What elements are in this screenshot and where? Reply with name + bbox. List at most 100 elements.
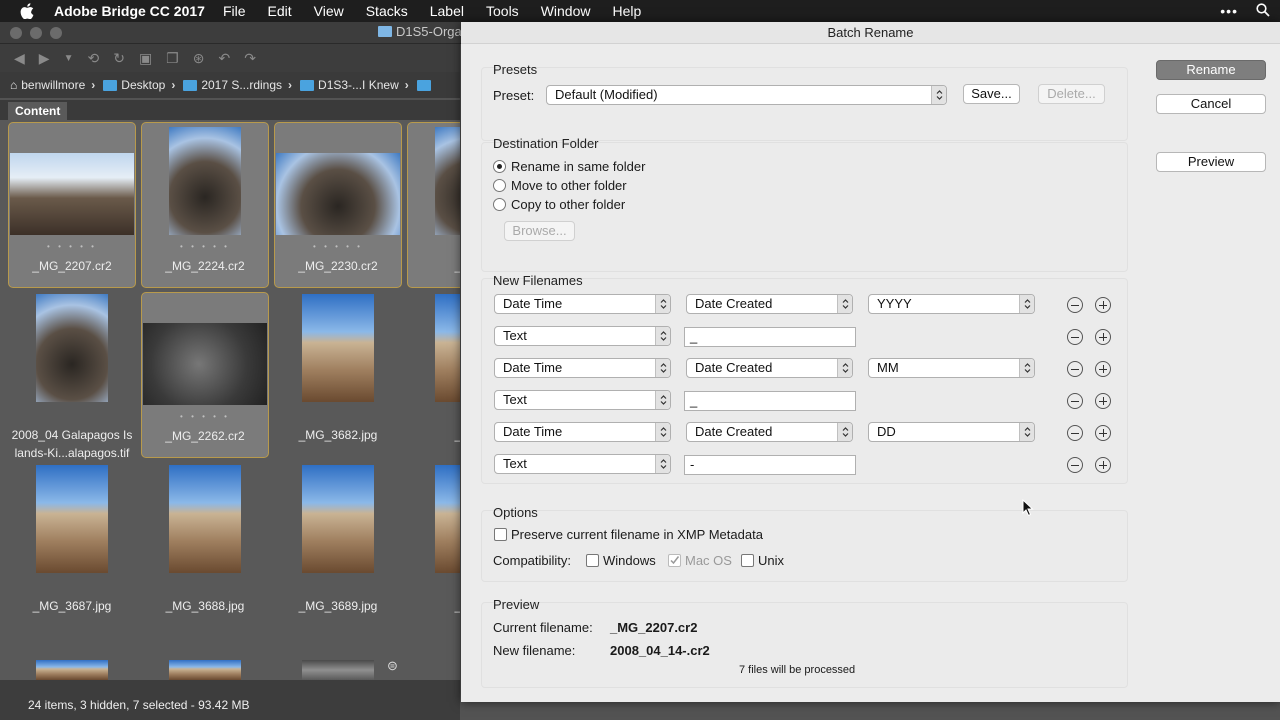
thumbnail-cell[interactable]: 2008_04 Galapagos Is lands-Ki...alapagos.… <box>8 292 136 460</box>
thumbnail-cell[interactable]: _MG_ <box>407 463 460 629</box>
preserve-filename-checkbox[interactable] <box>494 528 507 541</box>
save-preset-button[interactable]: Save... <box>963 84 1020 104</box>
more-icon[interactable]: ••• <box>1220 3 1238 19</box>
copy-other-folder-radio[interactable] <box>493 198 506 211</box>
breadcrumb-desktop[interactable]: Desktop <box>103 78 165 92</box>
menu-window[interactable]: Window <box>541 3 591 19</box>
remove-row-icon[interactable] <box>1067 297 1083 313</box>
text-input[interactable]: _ <box>684 391 856 411</box>
rating-dots[interactable]: • • • • • <box>142 412 268 421</box>
thumbnail-cell[interactable]: • • • • • _MG_2230.cr2 <box>274 122 402 288</box>
camera-icon[interactable]: ▣ <box>139 50 152 67</box>
date-field-select[interactable]: Date Created <box>686 358 853 378</box>
rename-same-folder-radio[interactable] <box>493 160 506 173</box>
thumbnail-image <box>143 323 267 405</box>
forward-arrow-icon[interactable]: ▶ <box>39 50 50 67</box>
thumbnail-image <box>36 660 108 680</box>
app-name[interactable]: Adobe Bridge CC 2017 <box>54 3 205 19</box>
preview-button[interactable]: Preview <box>1156 152 1266 172</box>
copy-icon[interactable]: ❐ <box>166 50 179 67</box>
menu-label[interactable]: Label <box>430 3 464 19</box>
rename-button[interactable]: Rename <box>1156 60 1266 80</box>
thumbnail-image <box>36 294 108 402</box>
date-field-select[interactable]: Date Created <box>686 294 853 314</box>
apple-icon[interactable] <box>18 2 36 20</box>
thumbnail-cell[interactable]: _MG_ <box>407 292 460 458</box>
breadcrumb-d1s3[interactable]: D1S3-...I Knew <box>300 78 399 92</box>
menu-file[interactable]: File <box>223 3 246 19</box>
thumbnail-cell[interactable]: _MG_3687.jpg <box>8 463 136 629</box>
remove-row-icon[interactable] <box>1067 425 1083 441</box>
chevron-down-icon[interactable]: ▼ <box>64 53 74 64</box>
rotate-right-icon[interactable]: ↷ <box>244 50 256 67</box>
filename-type-select[interactable]: Text <box>494 326 671 346</box>
filename-type-select[interactable]: Text <box>494 390 671 410</box>
filename-type-select[interactable]: Date Time <box>494 358 671 378</box>
thumbnail-cell[interactable]: _MG_3689.jpg <box>274 463 402 629</box>
rating-dots[interactable]: • • • • • <box>275 242 401 251</box>
add-row-icon[interactable] <box>1095 457 1111 473</box>
date-format-select[interactable]: MM <box>868 358 1035 378</box>
thumbnail-cell[interactable] <box>274 634 402 680</box>
windows-checkbox[interactable] <box>586 554 599 567</box>
menu-help[interactable]: Help <box>612 3 641 19</box>
unix-checkbox[interactable] <box>741 554 754 567</box>
macos-checkbox[interactable] <box>668 554 681 567</box>
add-row-icon[interactable] <box>1095 393 1111 409</box>
thumbnail-cell[interactable] <box>8 634 136 680</box>
delete-preset-button[interactable]: Delete... <box>1038 84 1105 104</box>
breadcrumb-next[interactable] <box>416 79 431 91</box>
menu-stacks[interactable]: Stacks <box>366 3 408 19</box>
rating-dots[interactable]: • • • • • <box>142 242 268 251</box>
stepper-arrows-icon <box>655 455 670 473</box>
remove-row-icon[interactable] <box>1067 329 1083 345</box>
menu-view[interactable]: View <box>314 3 344 19</box>
remove-row-icon[interactable] <box>1067 457 1083 473</box>
date-field-select[interactable]: Date Created <box>686 422 853 442</box>
filename-type-select[interactable]: Date Time <box>494 294 671 314</box>
thumbnail-cell[interactable]: _MG_3688.jpg <box>141 463 269 629</box>
text-input[interactable]: - <box>684 455 856 475</box>
menu-tools[interactable]: Tools <box>486 3 519 19</box>
browse-button[interactable]: Browse... <box>504 221 575 241</box>
thumbnail-cell[interactable] <box>141 634 269 680</box>
breadcrumb-recordings[interactable]: 2017 S...rdings <box>183 78 282 92</box>
filename-type-select[interactable]: Text <box>494 454 671 474</box>
refine-icon[interactable]: ⊛ <box>193 50 205 67</box>
thumbnail-cell[interactable]: • • • • • _MG_2207.cr2 <box>8 122 136 288</box>
boomerang-icon[interactable]: ⟲ <box>87 50 99 67</box>
menu-bar: Adobe Bridge CC 2017 File Edit View Stac… <box>0 0 1280 22</box>
back-arrow-icon[interactable]: ◀ <box>14 50 25 67</box>
spotlight-search-icon[interactable] <box>1256 2 1270 20</box>
menu-edit[interactable]: Edit <box>268 3 292 19</box>
cancel-button[interactable]: Cancel <box>1156 94 1266 114</box>
thumbnail-cell[interactable]: • • • • • _MG_2262.cr2 <box>141 292 269 458</box>
stepper-arrows-icon <box>1019 359 1034 377</box>
rating-dots[interactable]: • • • • • <box>9 242 135 251</box>
date-format-select[interactable]: DD <box>868 422 1035 442</box>
add-row-icon[interactable] <box>1095 425 1111 441</box>
add-row-icon[interactable] <box>1095 297 1111 313</box>
stepper-arrows-icon <box>837 423 852 441</box>
preset-select[interactable]: Default (Modified) <box>546 85 947 105</box>
folder-icon <box>183 79 198 91</box>
date-format-select[interactable]: YYYY <box>868 294 1035 314</box>
text-input[interactable]: _ <box>684 327 856 347</box>
move-other-folder-radio[interactable] <box>493 179 506 192</box>
filename-type-select[interactable]: Date Time <box>494 422 671 442</box>
tab-content[interactable]: Content <box>8 102 68 120</box>
rotate-icon[interactable]: ↻ <box>113 50 125 67</box>
breadcrumb-home[interactable]: ⌂ benwillmore <box>10 78 85 92</box>
add-row-icon[interactable] <box>1095 361 1111 377</box>
close-window-button[interactable] <box>10 27 22 39</box>
remove-row-icon[interactable] <box>1067 361 1083 377</box>
thumbnail-cell[interactable]: _MG_ <box>407 122 460 288</box>
dialog-title: Batch Rename <box>461 22 1280 44</box>
rotate-left-icon[interactable]: ↶ <box>218 50 230 67</box>
thumbnail-cell[interactable]: _MG_3682.jpg <box>274 292 402 458</box>
zoom-window-button[interactable] <box>50 27 62 39</box>
add-row-icon[interactable] <box>1095 329 1111 345</box>
minimize-window-button[interactable] <box>30 27 42 39</box>
thumbnail-cell[interactable]: • • • • • _MG_2224.cr2 <box>141 122 269 288</box>
remove-row-icon[interactable] <box>1067 393 1083 409</box>
